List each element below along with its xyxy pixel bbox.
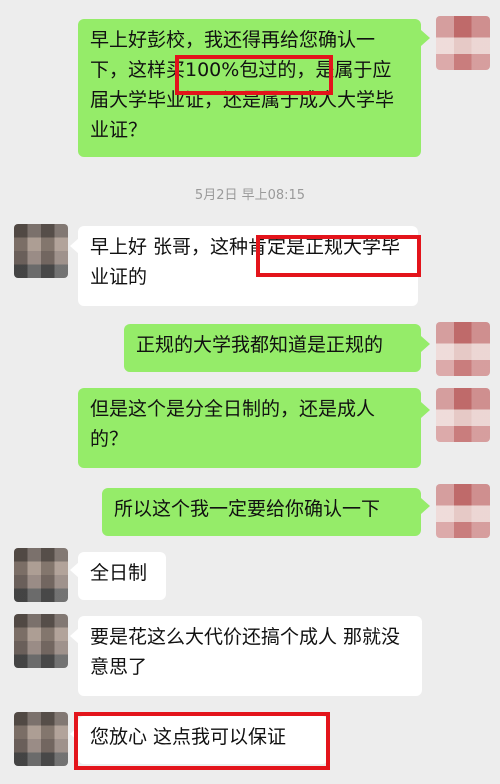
- message-bubble-sent[interactable]: 所以这个我一定要给你确认一下: [102, 488, 421, 536]
- bubble-tail: [421, 498, 430, 514]
- contact-avatar[interactable]: [14, 548, 68, 602]
- bubble-tail: [421, 402, 430, 418]
- message-timestamp: 5月2日 早上08:15: [194, 188, 306, 203]
- highlight-box: [74, 712, 330, 770]
- bubble-tail: [421, 30, 430, 46]
- contact-avatar[interactable]: [14, 614, 68, 668]
- message-bubble-received[interactable]: 要是花这么大代价还搞个成人 那就没意思了: [78, 616, 422, 696]
- message-bubble-received[interactable]: 全日制: [78, 552, 166, 600]
- highlight-box: [175, 55, 333, 95]
- my-avatar[interactable]: [436, 16, 490, 70]
- message-bubble-sent[interactable]: 正规的大学我都知道是正规的: [124, 324, 421, 372]
- highlight-box: [256, 235, 421, 277]
- contact-avatar[interactable]: [14, 224, 68, 278]
- contact-avatar[interactable]: [14, 712, 68, 766]
- my-avatar[interactable]: [436, 484, 490, 538]
- message-bubble-sent[interactable]: 但是这个是分全日制的，还是成人的？: [78, 388, 421, 468]
- my-avatar[interactable]: [436, 388, 490, 442]
- my-avatar[interactable]: [436, 322, 490, 376]
- bubble-tail: [421, 336, 430, 352]
